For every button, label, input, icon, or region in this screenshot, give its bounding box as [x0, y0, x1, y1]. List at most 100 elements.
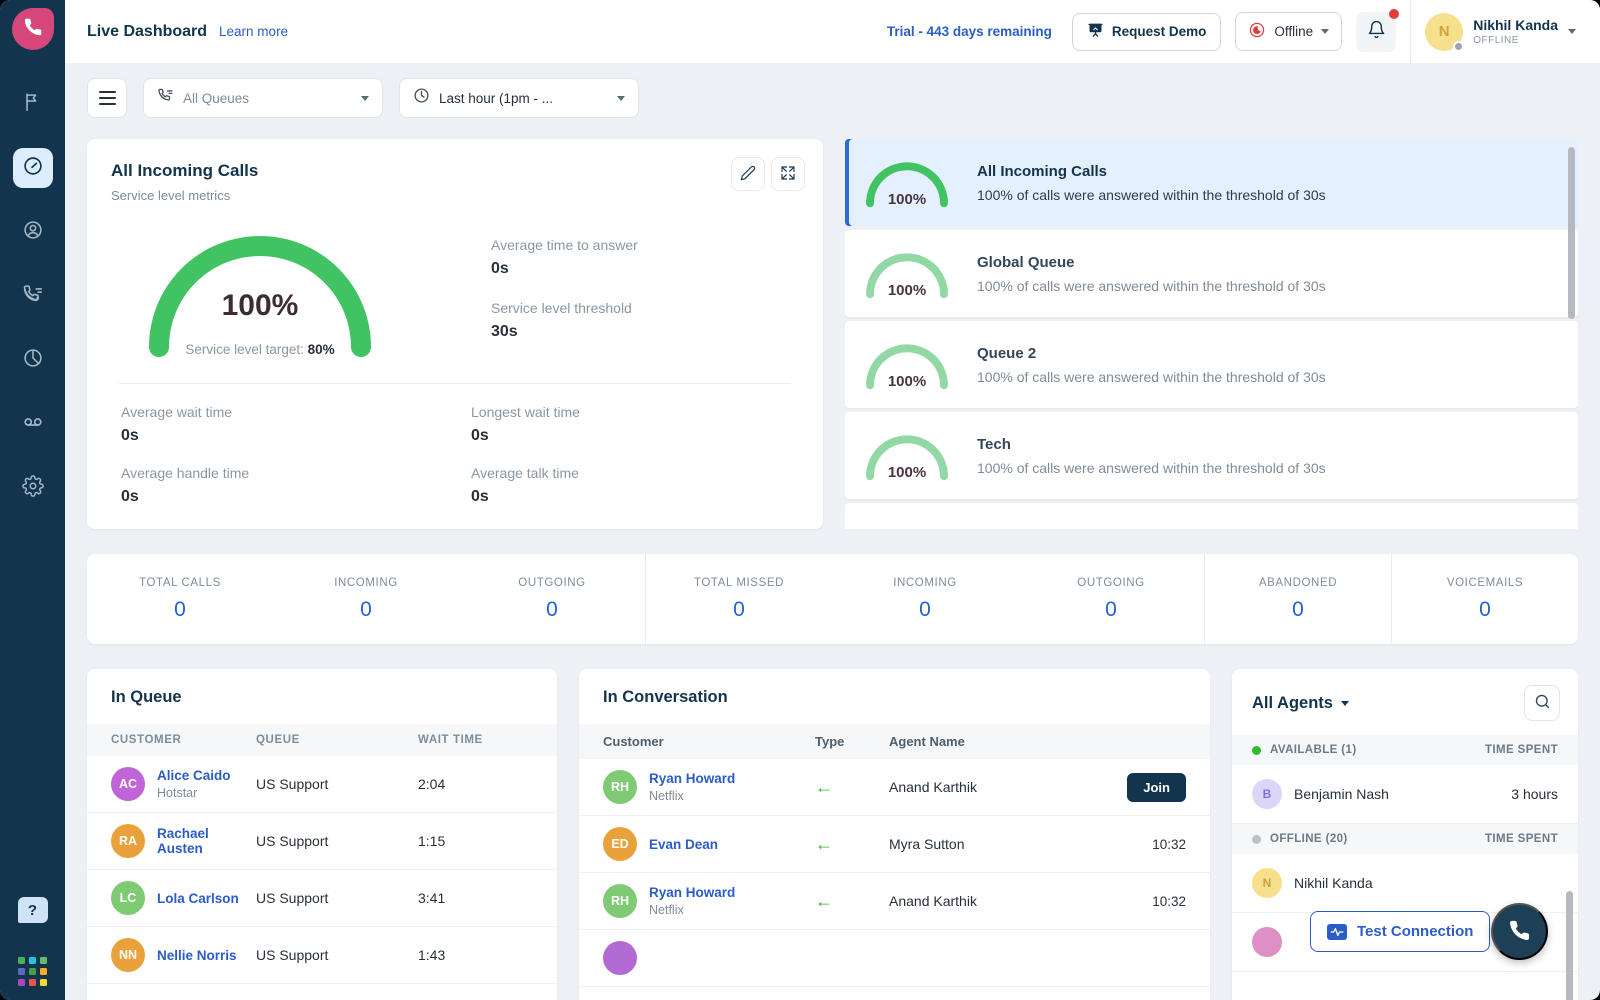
pie-chart-icon	[22, 347, 44, 374]
agent-search-button[interactable]	[1524, 685, 1560, 721]
phone-icon	[1508, 919, 1531, 945]
customer-name-link[interactable]: Nellie Norris	[157, 948, 237, 963]
queue-metric-item[interactable]: 100% All Incoming Calls 100% of calls we…	[845, 139, 1578, 226]
sidebar-item-dashboard[interactable]	[13, 148, 53, 188]
queue-cell: US Support	[256, 776, 418, 792]
stat-item: OUTGOING 0	[1018, 554, 1204, 644]
stat-item: OUTGOING 0	[459, 554, 645, 644]
queue-gauge: 100%	[863, 158, 951, 208]
customer-name-link[interactable]: Ryan Howard	[649, 885, 735, 900]
agent-name-cell: Anand Karthik	[889, 779, 1100, 795]
notification-dot	[1389, 9, 1399, 19]
request-demo-button[interactable]: Request Demo	[1072, 13, 1222, 51]
stat-item: INCOMING 0	[832, 554, 1018, 644]
contact-icon	[22, 219, 44, 246]
metric-longest-wait-time: Longest wait time 0s	[471, 404, 799, 445]
customer-name-link[interactable]: Lola Carlson	[157, 891, 239, 906]
queue-name: Queue 2	[977, 345, 1326, 362]
help-button[interactable]: ?	[18, 897, 48, 923]
user-status-label: OFFLINE	[1473, 35, 1558, 46]
sidebar-item-contacts[interactable]	[13, 212, 53, 252]
queue-name: Tech	[977, 436, 1326, 453]
customer-name-link[interactable]: Evan Dean	[649, 837, 718, 852]
customer-avatar: RA	[111, 824, 145, 858]
apps-grid-icon[interactable]	[18, 957, 47, 986]
app-window: ? Live Dashboard Learn more Trial - 443 …	[0, 0, 1600, 1000]
stat-label: INCOMING	[334, 577, 398, 589]
user-name: Nikhil Kanda	[1473, 17, 1558, 33]
search-icon	[1534, 693, 1551, 713]
metric-avg-time-to-answer: Average time to answer 0s	[491, 237, 638, 278]
customer-avatar	[603, 941, 637, 975]
sidebar-item-admin[interactable]	[13, 468, 53, 508]
phone-logo-icon	[23, 17, 43, 42]
sidebar-toggle-button[interactable]	[87, 78, 127, 118]
queue-filter-dropdown[interactable]: All Queues	[143, 78, 383, 118]
agent-avatar: B	[1252, 779, 1282, 809]
customer-name-link[interactable]: Rachael Austen	[157, 826, 256, 856]
queue-metric-item[interactable]: 100% Global Queue 100% of calls were ans…	[845, 230, 1578, 317]
queue-description: 100% of calls were answered within the t…	[977, 187, 1326, 203]
metric-avg-handle-time: Average handle time 0s	[121, 465, 471, 506]
edit-widget-button[interactable]	[731, 157, 765, 191]
clock-icon	[413, 87, 430, 109]
customer-avatar: RH	[603, 884, 637, 918]
expand-widget-button[interactable]	[771, 157, 805, 191]
wait-time-cell: 2:04	[418, 776, 533, 792]
stat-item: VOICEMAILS 0	[1391, 554, 1578, 644]
presentation-icon	[1087, 22, 1104, 42]
time-filter-value: Last hour (1pm - ...	[439, 91, 553, 106]
time-filter-dropdown[interactable]: Last hour (1pm - ...	[399, 78, 639, 118]
in-conversation-row: ED Evan Dean ← Myra Sutton 10:32	[579, 816, 1210, 873]
customer-name-link[interactable]: Ryan Howard	[649, 771, 735, 786]
stat-value: 0	[360, 598, 372, 622]
queue-gauge: 100%	[863, 431, 951, 481]
join-call-button[interactable]: Join	[1127, 773, 1186, 802]
queue-metric-item[interactable]	[845, 503, 1578, 529]
customer-company: Hotstar	[157, 786, 231, 800]
presence-dropdown[interactable]: Offline	[1235, 12, 1342, 51]
customer-name-link[interactable]: Alice Caido	[157, 768, 231, 783]
offline-moon-icon	[1248, 21, 1266, 42]
customer-avatar: RH	[603, 770, 637, 804]
customer-avatar: NN	[111, 938, 145, 972]
queue-filter-icon	[157, 87, 174, 109]
incoming-call-arrow-icon: ←	[815, 777, 889, 798]
test-connection-button[interactable]: Test Connection	[1310, 911, 1490, 952]
learn-more-link[interactable]: Learn more	[219, 24, 288, 39]
in-conversation-panel: In Conversation Customer Type Agent Name…	[579, 669, 1210, 1000]
stat-value: 0	[1292, 598, 1304, 622]
agent-name: Nikhil Kanda	[1294, 875, 1373, 891]
sidebar-item-metrics[interactable]	[13, 340, 53, 380]
queue-metrics-panel: 100% All Incoming Calls 100% of calls we…	[845, 139, 1578, 529]
wait-time-cell: 3:41	[418, 890, 533, 906]
queue-cell: US Support	[256, 890, 418, 906]
flag-icon	[22, 91, 44, 118]
freshcaller-logo[interactable]	[12, 8, 54, 50]
stat-label: ABANDONED	[1259, 577, 1337, 589]
offline-status-dot	[1252, 835, 1261, 844]
queue-metric-item[interactable]: 100% Queue 2 100% of calls were answered…	[845, 321, 1578, 408]
sidebar-item-calls[interactable]	[13, 276, 53, 316]
stat-label: OUTGOING	[1077, 577, 1144, 589]
sidebar-item-onboarding[interactable]	[13, 84, 53, 124]
agent-name-cell: Myra Sutton	[889, 836, 1100, 852]
in-conversation-title: In Conversation	[603, 688, 728, 706]
top-bar: Live Dashboard Learn more Trial - 443 da…	[65, 0, 1600, 63]
stat-item: INCOMING 0	[273, 554, 459, 644]
sidebar-item-voicemail[interactable]	[13, 404, 53, 444]
in-queue-row: RA Rachael Austen US Support 1:15	[87, 813, 557, 870]
queue-metric-item[interactable]: 100% Tech 100% of calls were answered wi…	[845, 412, 1578, 499]
user-menu[interactable]: N Nikhil Kanda OFFLINE	[1425, 13, 1576, 51]
stat-item: TOTAL CALLS 0	[87, 554, 273, 644]
stat-value: 0	[174, 598, 186, 622]
expand-icon	[780, 165, 796, 184]
phone-widget-button[interactable]	[1491, 903, 1548, 960]
agents-filter-dropdown[interactable]: All Agents	[1252, 694, 1349, 713]
queue-description: 100% of calls were answered within the t…	[977, 460, 1326, 476]
stat-label: TOTAL CALLS	[139, 577, 221, 589]
stat-value: 0	[733, 598, 745, 622]
agents-scrollbar[interactable]	[1566, 891, 1573, 1000]
notifications-button[interactable]	[1356, 12, 1396, 52]
queue-panel-scrollbar[interactable]	[1568, 147, 1575, 319]
